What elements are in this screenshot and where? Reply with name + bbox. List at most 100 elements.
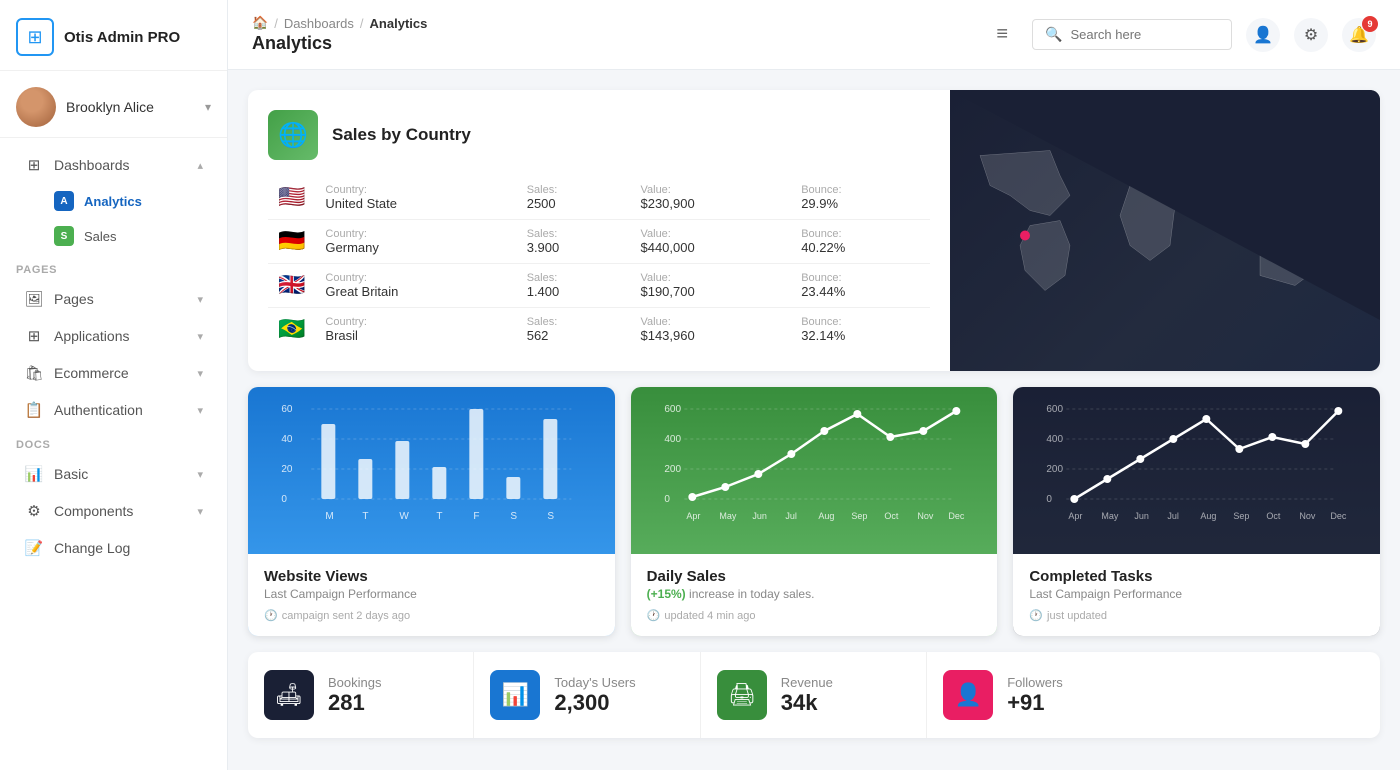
svg-text:M: M [325,511,333,522]
daily-sales-card: 600 400 200 0 [631,387,998,636]
header-left: 🏠 / Dashboards / Analytics Analytics [252,15,980,54]
stat-label: Bookings [328,675,381,690]
clock-icon: 🕐 [264,609,278,622]
sidebar-item-authentication[interactable]: 📋 Authentication ▾ [8,392,219,428]
stats-row: 🛋 Bookings 281 📊 Today's Users 2,300 🖨 R… [248,652,1380,738]
completed-tasks-title: Completed Tasks [1029,568,1364,585]
svg-text:Apr: Apr [686,511,700,521]
svg-text:Sep: Sep [851,511,867,521]
sidebar-item-applications[interactable]: ⊞ Applications ▾ [8,318,219,354]
completed-tasks-time: 🕐 just updated [1029,609,1364,622]
website-views-time: 🕐 campaign sent 2 days ago [264,609,599,622]
stat-value: +91 [1007,690,1063,716]
clock-icon-2: 🕐 [647,609,661,622]
country-row: 🇺🇸 Country: United State Sales: 2500 Val… [268,176,930,220]
website-views-title: Website Views [264,568,599,585]
user-name: Brooklyn Alice [66,99,195,115]
completed-tasks-chart: 600 400 200 0 Apr [1013,387,1380,554]
sales-by-country-card: 🌐 Sales by Country 🇺🇸 Country: United St… [248,90,1380,371]
svg-text:Jul: Jul [785,511,797,521]
chevron-down-icon: ▾ [205,100,211,114]
sidebar-user[interactable]: Brooklyn Alice ▾ [0,71,227,138]
basic-icon: 📊 [24,465,44,483]
header-right: 🔍 👤 ⚙ 🔔 9 [1032,18,1376,52]
stat-icon: 🛋 [264,670,314,720]
sidebar-item-sales[interactable]: S Sales [8,219,219,253]
main-content: 🏠 / Dashboards / Analytics Analytics ≡ 🔍… [228,0,1400,770]
website-views-subtitle: Last Campaign Performance [264,587,599,601]
svg-text:40: 40 [281,434,293,445]
breadcrumb-sep2: / [360,16,364,31]
svg-text:Sep: Sep [1234,511,1250,521]
svg-text:Jul: Jul [1168,511,1180,521]
svg-text:Nov: Nov [1300,511,1317,521]
svg-text:20: 20 [281,464,293,475]
avatar [16,87,56,127]
charts-row: 60 40 20 0 M T [248,387,1380,636]
sales-header: 🌐 Sales by Country [268,110,930,160]
stat-item: 🛋 Bookings 281 [248,652,474,738]
sidebar-item-pages[interactable]: 🖼 Pages ▾ [8,281,219,317]
search-box[interactable]: 🔍 [1032,19,1232,50]
sidebar-item-components[interactable]: ⚙ Components ▾ [8,493,219,529]
svg-text:S: S [547,511,554,522]
menu-icon[interactable]: ≡ [996,23,1008,46]
completed-tasks-svg: 600 400 200 0 Apr [1025,399,1368,549]
daily-sales-footer: Daily Sales (+15%) increase in today sal… [631,554,998,636]
dashboards-chevron-icon: ▴ [197,159,203,172]
completed-tasks-footer: Completed Tasks Last Campaign Performanc… [1013,554,1380,636]
sidebar-item-dashboards[interactable]: ⊞ Dashboards ▴ [8,147,219,183]
stat-icon: 📊 [490,670,540,720]
bar-chart-svg: 60 40 20 0 M T [260,399,603,549]
stat-value: 34k [781,690,833,716]
stat-item: 📊 Today's Users 2,300 [474,652,700,738]
svg-text:600: 600 [664,404,681,415]
svg-text:Aug: Aug [818,511,834,521]
breadcrumb-dashboards: Dashboards [284,16,354,31]
svg-text:T: T [436,511,442,522]
logo-icon: ⊞ [16,18,54,56]
svg-text:F: F [473,511,479,522]
breadcrumb: 🏠 / Dashboards / Analytics [252,15,980,31]
notifications-button[interactable]: 🔔 9 [1342,18,1376,52]
country-row: 🇬🇧 Country: Great Britain Sales: 1.400 V… [268,264,930,308]
pages-chevron-icon: ▾ [197,293,203,306]
svg-text:0: 0 [664,494,670,505]
daily-sales-pct: (+15%) [647,587,686,601]
sidebar-item-basic[interactable]: 📊 Basic ▾ [8,456,219,492]
svg-text:200: 200 [1047,464,1064,475]
svg-text:0: 0 [281,494,287,505]
header: 🏠 / Dashboards / Analytics Analytics ≡ 🔍… [228,0,1400,70]
clock-icon-3: 🕐 [1029,609,1043,622]
svg-text:Oct: Oct [884,511,899,521]
content-area: 🌐 Sales by Country 🇺🇸 Country: United St… [228,70,1400,770]
sidebar-item-analytics[interactable]: A Analytics [8,184,219,218]
authentication-icon: 📋 [24,401,44,419]
website-views-card: 60 40 20 0 M T [248,387,615,636]
svg-text:Dec: Dec [1331,511,1348,521]
sales-title: Sales by Country [332,125,471,145]
applications-chevron-icon: ▾ [197,330,203,343]
completed-tasks-subtitle: Last Campaign Performance [1029,587,1364,601]
home-icon: 🏠 [252,15,268,31]
stat-value: 2,300 [554,690,635,716]
ecommerce-chevron-icon: ▾ [197,367,203,380]
svg-text:Jun: Jun [752,511,767,521]
sidebar-item-changelog[interactable]: 📝 Change Log [8,530,219,566]
search-icon: 🔍 [1045,26,1062,43]
sidebar-item-ecommerce[interactable]: 🛍 Ecommerce ▾ [8,355,219,391]
country-row: 🇩🇪 Country: Germany Sales: 3.900 Value: … [268,220,930,264]
search-input[interactable] [1070,27,1210,42]
settings-button[interactable]: ⚙ [1294,18,1328,52]
completed-tasks-card: 600 400 200 0 Apr [1013,387,1380,636]
user-profile-button[interactable]: 👤 [1246,18,1280,52]
ecommerce-icon: 🛍 [24,364,44,382]
stat-label: Followers [1007,675,1063,690]
analytics-dot: A [54,191,74,211]
dashboard-icon: ⊞ [24,156,44,174]
daily-sales-chart: 600 400 200 0 [631,387,998,554]
stat-value: 281 [328,690,381,716]
svg-text:400: 400 [664,434,681,445]
svg-text:W: W [399,511,409,522]
breadcrumb-analytics: Analytics [370,16,428,31]
